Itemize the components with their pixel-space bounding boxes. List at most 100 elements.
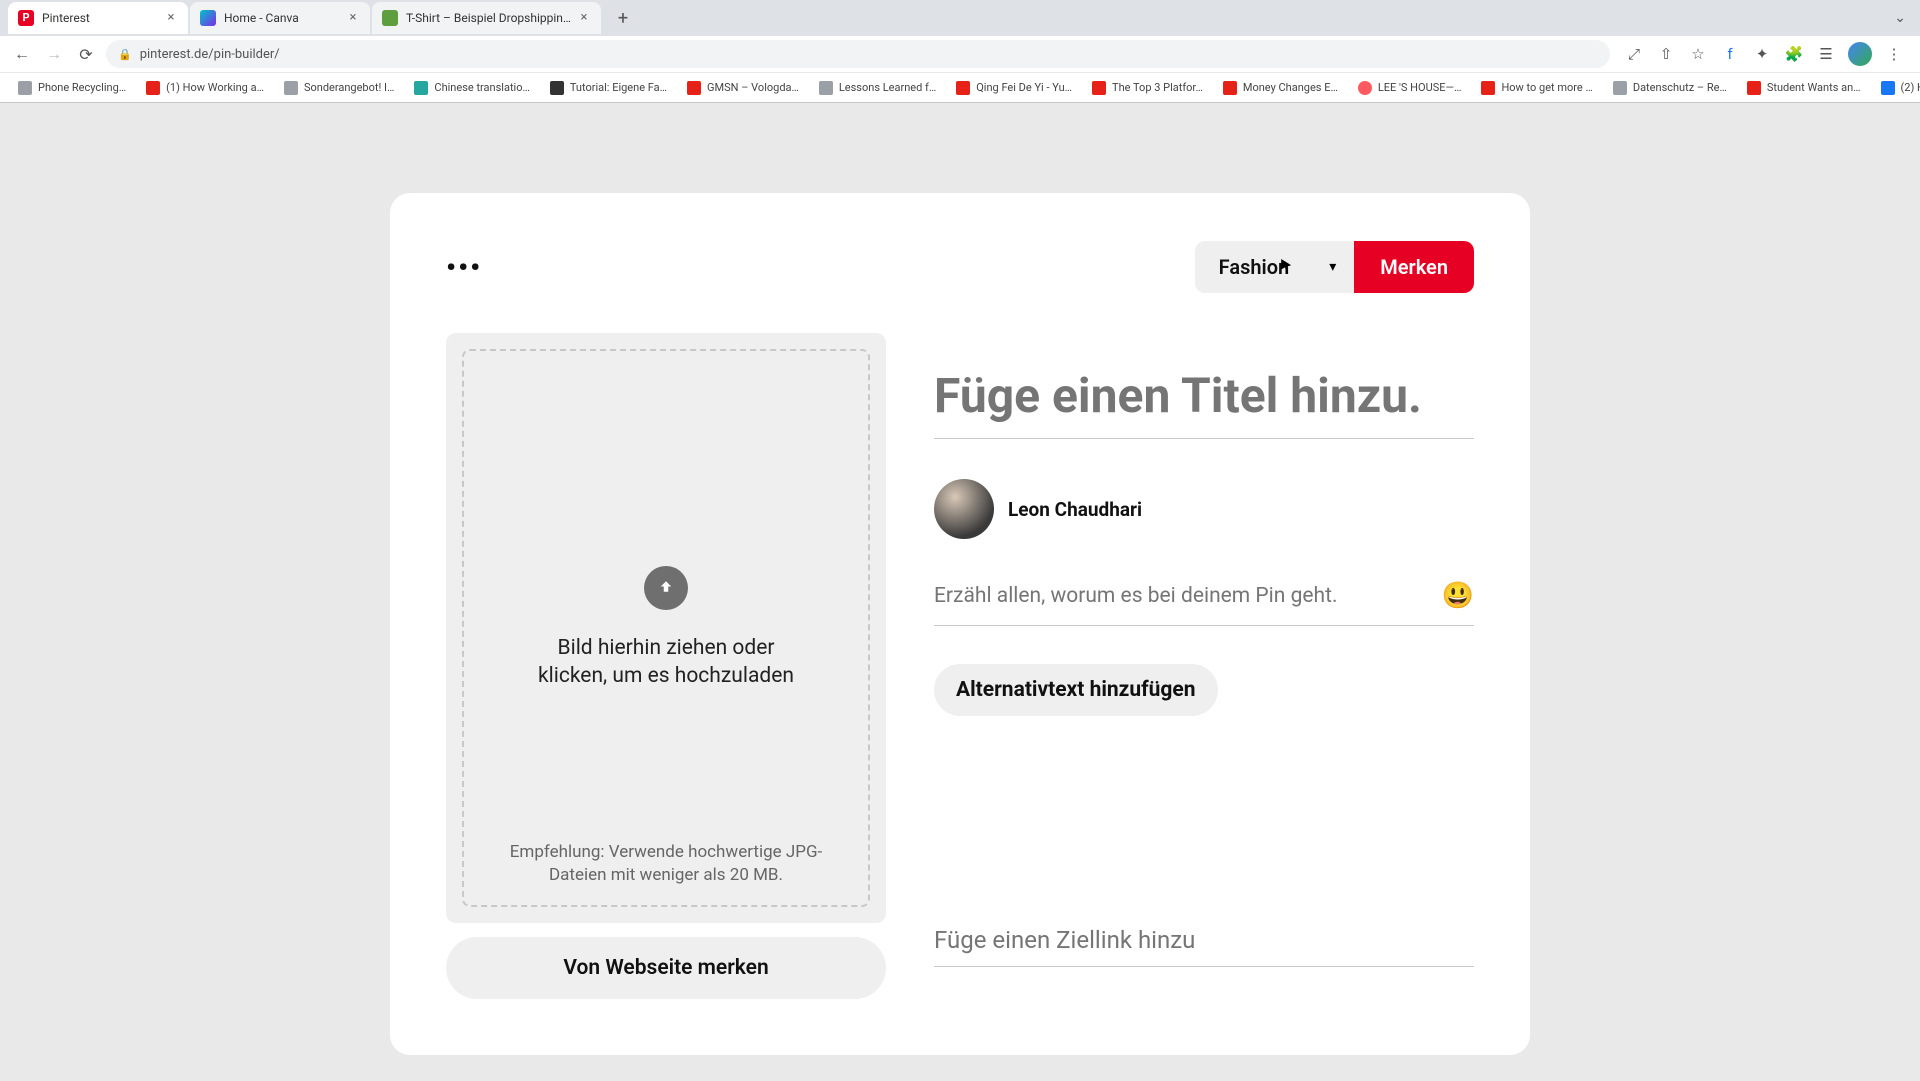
bookmark-item[interactable]: Phone Recycling… xyxy=(10,79,134,97)
title-input[interactable] xyxy=(934,367,1474,439)
form-column: Leon Chaudhari 😃 Alternativtext hinzufüg… xyxy=(934,333,1474,999)
browser-chrome: Pinterest × Home - Canva × T-Shirt – Bei… xyxy=(0,0,1920,103)
bookmark-label: Datenschutz – Re… xyxy=(1633,81,1727,94)
bookmark-favicon xyxy=(819,81,833,95)
user-name: Leon Chaudhari xyxy=(1008,498,1142,521)
window-controls: ⌄ xyxy=(1894,10,1920,26)
toolbar-icons: ⤢ ⇧ ☆ f ✦ 🧩 ☰ ⋮ xyxy=(1618,42,1910,66)
tab-canva[interactable]: Home - Canva × xyxy=(190,2,370,34)
chevron-down-icon: ▾ xyxy=(1329,259,1336,275)
bookmark-item[interactable]: Tutorial: Eigene Fa… xyxy=(542,79,675,97)
bookmark-label: GMSN – Vologda… xyxy=(707,81,799,94)
bookmark-favicon xyxy=(1481,81,1495,95)
tab-close-icon[interactable]: × xyxy=(164,11,178,25)
favicon-pinterest xyxy=(18,10,34,26)
bookmark-label: Phone Recycling… xyxy=(38,81,126,94)
tab-title: Pinterest xyxy=(42,11,158,25)
bookmark-label: Tutorial: Eigene Fa… xyxy=(570,81,667,94)
page-content: ••• Fashion ▾ Merken Bild hierhin ziehen… xyxy=(0,103,1920,1081)
bookmark-item[interactable]: (1) How Working a… xyxy=(138,79,272,97)
menu-icon[interactable]: ⋮ xyxy=(1884,44,1904,64)
bookmark-label: Lessons Learned f… xyxy=(839,81,936,94)
bookmark-item[interactable]: Lessons Learned f… xyxy=(811,79,944,97)
bookmarks-bar: Phone Recycling… (1) How Working a… Sond… xyxy=(0,72,1920,102)
extensions-menu-icon[interactable]: 🧩 xyxy=(1784,44,1804,64)
upload-arrow-icon xyxy=(644,566,688,610)
forward-button[interactable]: → xyxy=(42,42,66,66)
bookmark-label: LEE 'S HOUSE—… xyxy=(1378,81,1462,94)
description-input[interactable] xyxy=(934,584,1432,608)
upload-dropzone[interactable]: Bild hierhin ziehen oder klicken, um es … xyxy=(446,333,886,923)
user-row: Leon Chaudhari xyxy=(934,479,1474,539)
tab-shopify[interactable]: T-Shirt – Beispiel Dropshippin… × xyxy=(372,2,601,34)
bookmark-favicon xyxy=(1747,81,1761,95)
bookmark-item[interactable]: GMSN – Vologda… xyxy=(679,79,807,97)
bookmark-label: (2) How To Add A… xyxy=(1901,81,1920,94)
board-selector[interactable]: Fashion ▾ xyxy=(1195,241,1355,293)
bookmark-label: Money Changes E… xyxy=(1243,81,1338,94)
tab-title: T-Shirt – Beispiel Dropshippin… xyxy=(406,11,571,25)
bookmark-favicon xyxy=(956,81,970,95)
bookmark-label: Student Wants an… xyxy=(1767,81,1861,94)
bookmark-item[interactable]: Datenschutz – Re… xyxy=(1605,79,1735,97)
bookmark-label: The Top 3 Platfor… xyxy=(1112,81,1203,94)
upload-column: Bild hierhin ziehen oder klicken, um es … xyxy=(446,333,886,999)
bookmark-favicon xyxy=(1613,81,1627,95)
bookmark-item[interactable]: Money Changes E… xyxy=(1215,79,1346,97)
extension-icon[interactable]: ✦ xyxy=(1752,44,1772,64)
bookmark-item[interactable]: Student Wants an… xyxy=(1739,79,1869,97)
bookmark-label: Chinese translatio… xyxy=(434,81,529,94)
share-icon[interactable]: ⇧ xyxy=(1656,44,1676,64)
card-body: Bild hierhin ziehen oder klicken, um es … xyxy=(446,333,1474,999)
browser-toolbar: ← → ⟳ 🔒 pinterest.de/pin-builder/ ⤢ ⇧ ☆ … xyxy=(0,36,1920,72)
emoji-picker-icon[interactable]: 😃 xyxy=(1442,581,1474,611)
favicon-canva xyxy=(200,10,216,26)
back-button[interactable]: ← xyxy=(10,42,34,66)
user-avatar[interactable] xyxy=(934,479,994,539)
star-icon[interactable]: ☆ xyxy=(1688,44,1708,64)
save-button[interactable]: Merken xyxy=(1354,241,1474,293)
tab-close-icon[interactable]: × xyxy=(577,11,591,25)
url-bar[interactable]: 🔒 pinterest.de/pin-builder/ xyxy=(106,40,1610,68)
facebook-icon[interactable]: f xyxy=(1720,44,1740,64)
tab-pinterest[interactable]: Pinterest × xyxy=(8,2,188,34)
bookmark-list-icon[interactable]: ☰ xyxy=(1816,44,1836,64)
bookmark-item[interactable]: Sonderangebot! I… xyxy=(276,79,402,97)
bookmark-favicon xyxy=(687,81,701,95)
save-from-web-button[interactable]: Von Webseite merken xyxy=(446,937,886,999)
bookmark-favicon xyxy=(18,81,32,95)
bookmark-favicon xyxy=(1223,81,1237,95)
bookmark-label: Sonderangebot! I… xyxy=(304,81,394,94)
bookmark-favicon xyxy=(1358,81,1372,95)
upload-inner: Bild hierhin ziehen oder klicken, um es … xyxy=(462,349,870,907)
reload-button[interactable]: ⟳ xyxy=(74,42,98,66)
bookmark-label: How to get more … xyxy=(1501,81,1592,94)
bookmark-item[interactable]: Chinese translatio… xyxy=(406,79,537,97)
bookmark-label: Qing Fei De Yi - Yu… xyxy=(976,81,1072,94)
add-alt-text-button[interactable]: Alternativtext hinzufügen xyxy=(934,664,1218,716)
bookmark-favicon xyxy=(1092,81,1106,95)
chevron-down-icon[interactable]: ⌄ xyxy=(1894,10,1906,26)
bookmark-favicon xyxy=(1881,81,1895,95)
bookmark-favicon xyxy=(284,81,298,95)
upload-instruction: Bild hierhin ziehen oder klicken, um es … xyxy=(536,634,796,691)
bookmark-label: (1) How Working a… xyxy=(166,81,264,94)
bookmark-favicon xyxy=(550,81,564,95)
upload-hint: Empfehlung: Verwende hochwertige JPG-Dat… xyxy=(496,841,836,887)
card-header: ••• Fashion ▾ Merken xyxy=(446,241,1474,293)
lock-icon: 🔒 xyxy=(118,48,132,61)
description-row: 😃 xyxy=(934,581,1474,626)
bookmark-item[interactable]: Qing Fei De Yi - Yu… xyxy=(948,79,1080,97)
bookmark-item[interactable]: (2) How To Add A… xyxy=(1873,79,1920,97)
bookmark-item[interactable]: LEE 'S HOUSE—… xyxy=(1350,79,1470,97)
install-icon[interactable]: ⤢ xyxy=(1624,44,1644,64)
destination-link-input[interactable] xyxy=(934,926,1474,967)
more-options-button[interactable]: ••• xyxy=(446,251,482,284)
tab-close-icon[interactable]: × xyxy=(346,11,360,25)
pin-builder-card: ••• Fashion ▾ Merken Bild hierhin ziehen… xyxy=(390,193,1530,1055)
profile-avatar[interactable] xyxy=(1848,42,1872,66)
new-tab-button[interactable]: + xyxy=(609,4,637,32)
bookmark-item[interactable]: How to get more … xyxy=(1473,79,1600,97)
bookmark-item[interactable]: The Top 3 Platfor… xyxy=(1084,79,1211,97)
tab-title: Home - Canva xyxy=(224,11,340,25)
